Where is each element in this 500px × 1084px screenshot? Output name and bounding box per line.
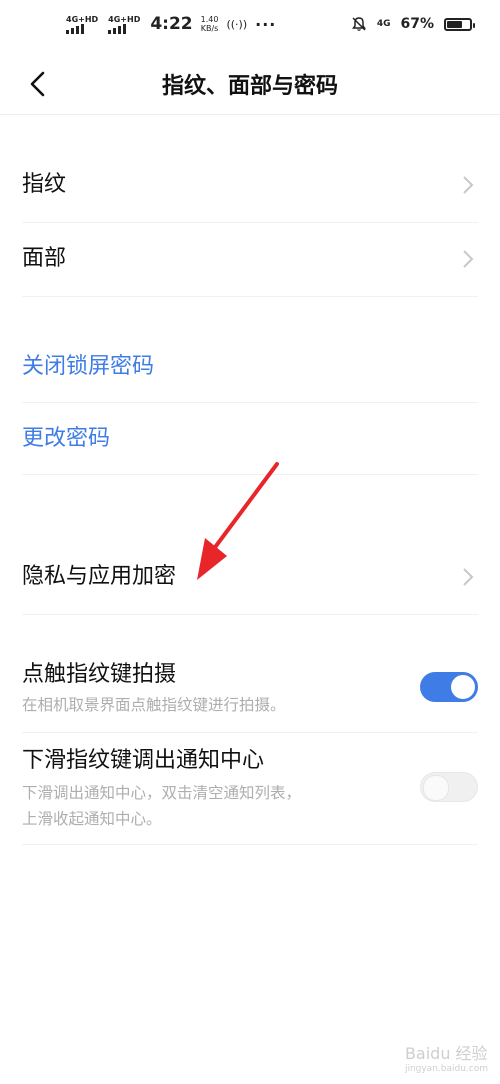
annotation-arrow-icon xyxy=(197,462,279,580)
watermark: Baidu 经验 jingyan.baidu.com xyxy=(405,1040,488,1074)
watermark-brand: Baidu 经验 xyxy=(404,1044,488,1063)
watermark-url: jingyan.baidu.com xyxy=(404,1064,488,1074)
